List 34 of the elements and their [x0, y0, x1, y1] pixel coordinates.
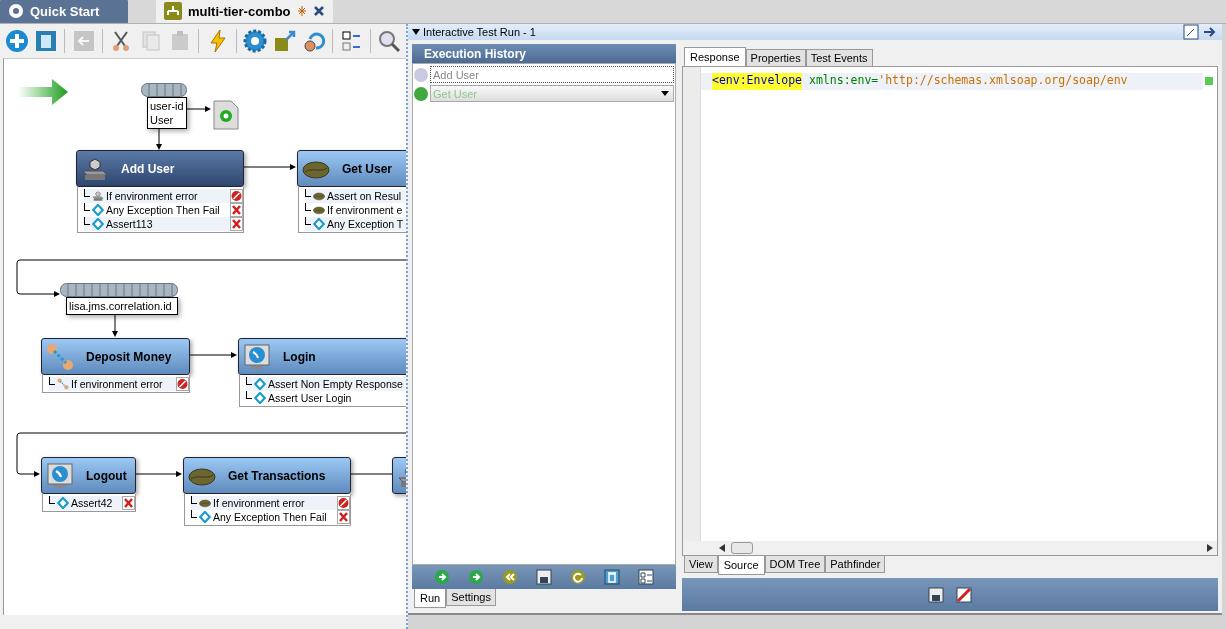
dataset-label: user-id User — [147, 97, 187, 129]
view-tab[interactable]: Source — [717, 556, 765, 575]
dataset-label: lisa.jms.correlation.id — [66, 297, 178, 315]
panel-tab[interactable]: Test Events — [805, 49, 873, 66]
assertion-label: If environment error — [106, 190, 199, 202]
assertion-label: Assert on Resul — [327, 190, 403, 202]
step-node[interactable]: Login — [238, 338, 406, 375]
panel-tab[interactable]: Properties — [745, 49, 806, 66]
panel-tab[interactable]: Run — [414, 589, 447, 608]
view-tab[interactable]: DOM Tree — [764, 556, 826, 573]
assertion-label: Assert Non Empty Response — [268, 378, 404, 390]
assertion-label: Any Exception Then Fail — [213, 511, 328, 523]
assertion-label: If environment error — [71, 378, 164, 390]
view-tab[interactable]: Pathfinder — [825, 556, 886, 573]
editor-tab[interactable]: Quick Start — [0, 0, 128, 23]
assertion-label: If environment error — [213, 497, 306, 509]
panel-tab[interactable]: Response — [684, 47, 746, 66]
view-tab[interactable]: View — [684, 556, 718, 573]
step-node[interactable]: Get Transactions — [183, 457, 351, 494]
step-node[interactable]: Deposit Money — [41, 338, 190, 375]
assertion-label: If environment e — [327, 204, 404, 216]
assertion-label: Any Exception Then Fail — [106, 204, 221, 216]
editor-tab[interactable]: multi-tier-combo — [156, 0, 333, 23]
assertion-label: Any Exception T — [327, 218, 405, 230]
history-item[interactable]: Add User — [430, 66, 674, 83]
panel-title: Interactive Test Run - 1 — [423, 26, 537, 38]
assertion-label: Assert User Login — [268, 392, 353, 404]
step-node[interactable]: Logout — [41, 457, 136, 494]
step-node[interactable]: Get User — [297, 150, 406, 187]
panel-header: Execution History — [412, 44, 676, 63]
assertion-label: Assert113 — [106, 218, 154, 230]
assertion-label: Assert42 — [71, 497, 114, 509]
step-node[interactable]: Add User — [76, 150, 244, 187]
panel-tab[interactable]: Settings — [446, 589, 496, 606]
